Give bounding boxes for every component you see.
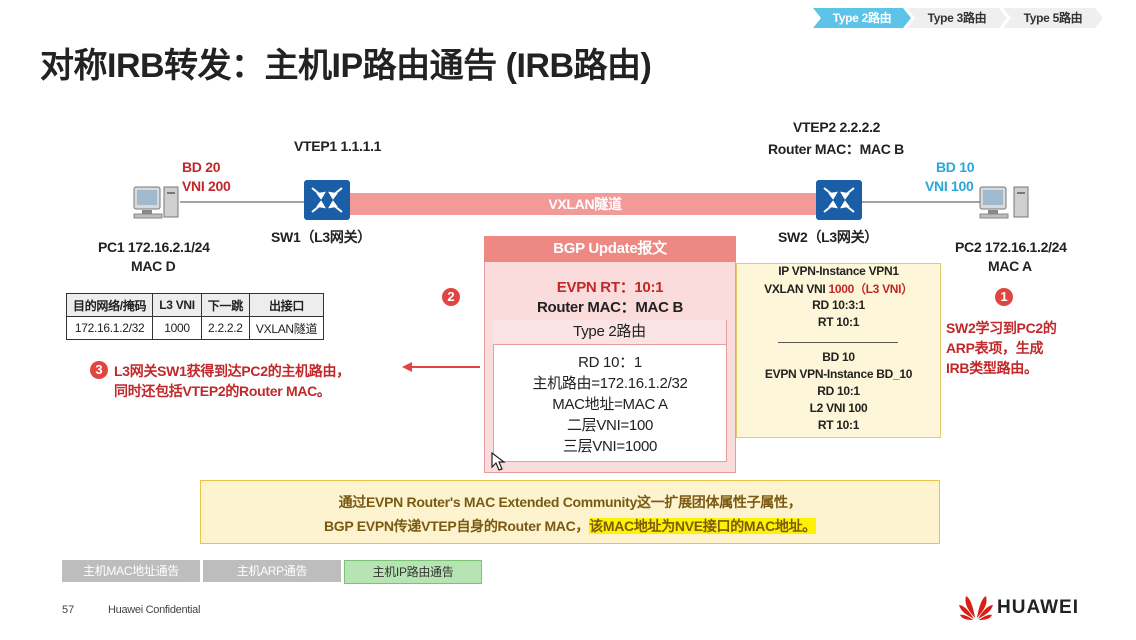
type2-host-route: 主机路由=172.16.1.2/32 <box>532 375 688 392</box>
pc2-mac-label: MAC A <box>988 258 1032 274</box>
step1-line3: IRB类型路由。 <box>946 360 1038 376</box>
bgp-update-header: BGP Update报文 <box>484 236 736 262</box>
sw2-rt-bd: RT 10:1 <box>817 418 860 432</box>
vtep2-ip-label: VTEP2 2.2.2.2 <box>793 119 881 135</box>
sw2-l3vni-value: 1000（L3 VNI） <box>828 282 913 296</box>
sw2-rt-vpn: RT 10:1 <box>817 315 860 329</box>
type2-l2vni: 二层VNI=100 <box>566 417 654 434</box>
bd-right-bd: BD 10 <box>936 159 975 175</box>
sw2-rd-vpn: RD 10:3:1 <box>812 298 865 312</box>
tab-host-mac-advertise[interactable]: 主机MAC地址通告 <box>62 560 200 582</box>
vtep2-mac-label: Router MAC：MAC B <box>768 141 904 157</box>
sw2-l2vni: L2 VNI 100 <box>809 401 868 415</box>
sw1-switch-icon <box>304 180 350 220</box>
brand-wordmark: HUAWEI <box>997 597 1079 618</box>
col-header-l3vni: L3 VNI <box>152 293 202 317</box>
step2-badge: 2 <box>442 288 460 306</box>
pc1-name-label: PC1 172.16.2.1/24 <box>98 239 210 255</box>
bd-right-vni: VNI 100 <box>925 178 974 194</box>
note-highlight: 该MAC地址为NVE接口的MAC地址。 <box>589 518 816 534</box>
confidential-label: Huawei Confidential <box>108 604 201 616</box>
pc1-computer-icon <box>133 186 179 219</box>
note-line1: 通过EVPN Router's MAC Extended Community这一… <box>338 494 802 510</box>
vtep1-label: VTEP1 1.1.1.1 <box>294 138 382 154</box>
page-number: 57 <box>62 604 75 616</box>
sw2-config-divider <box>778 342 898 343</box>
note-line2-text: BGP EVPN传递VTEP自身的Router MAC， <box>323 518 590 534</box>
cell-nexthop: 2.2.2.2 <box>200 316 250 340</box>
step1-line1: SW2学习到PC2的 <box>946 320 1057 336</box>
cell-destination: 172.16.1.2/32 <box>65 316 154 340</box>
bd-left-bd: BD 20 <box>182 159 221 175</box>
sw2-vxlan-vni-line: VXLAN VNI 1000（L3 VNI） <box>736 280 941 297</box>
tab-host-arp-advertise[interactable]: 主机ARP通告 <box>203 560 341 582</box>
sw1-route-table: 目的网络/掩码 L3 VNI 下一跳 出接口 172.16.1.2/32 100… <box>65 293 325 340</box>
cell-interface: VXLAN隧道 <box>248 316 325 340</box>
pc2-name-label: PC2 172.16.1.2/24 <box>955 239 1067 255</box>
table-header-row: 目的网络/掩码 L3 VNI 下一跳 出接口 <box>65 293 325 317</box>
col-header-destination: 目的网络/掩码 <box>65 293 154 317</box>
sw2-evpn-instance: EVPN VPN-Instance BD_10 <box>764 367 913 381</box>
pc1-mac-label: MAC D <box>131 258 176 274</box>
cell-l3vni: 1000 <box>152 316 202 340</box>
sw2-label: SW2（L3网关） <box>778 229 878 245</box>
sw1-label: SW1（L3网关） <box>271 229 371 245</box>
huawei-logo-icon <box>959 596 993 620</box>
mouse-cursor-icon <box>491 452 506 471</box>
col-header-nexthop: 下一跳 <box>200 293 250 317</box>
type2-rd: RD 10：1 <box>578 354 642 371</box>
sw2-vxlan-vni-text: VXLAN VNI <box>764 282 829 296</box>
step3-line1: L3网关SW1获得到达PC2的主机路由， <box>114 363 350 379</box>
sw2-rd-bd: RD 10:1 <box>817 384 860 398</box>
step3-badge: 3 <box>90 361 108 379</box>
type2-l3vni: 三层VNI=1000 <box>562 438 658 455</box>
sw2-bd: BD 10 <box>822 350 855 364</box>
bd-left-vni: VNI 200 <box>182 178 231 194</box>
sw2-vpn-instance: IP VPN-Instance VPN1 <box>778 264 899 278</box>
note-line2: BGP EVPN传递VTEP自身的Router MAC，该MAC地址为NVE接口… <box>200 516 940 536</box>
step1-badge: 1 <box>995 288 1013 306</box>
tab-host-ip-route-advertise[interactable]: 主机IP路由通告 <box>344 560 482 584</box>
step1-line2: ARP表项，生成 <box>946 340 1044 356</box>
sw2-switch-icon <box>816 180 862 220</box>
table-row: 172.16.1.2/32 1000 2.2.2.2 VXLAN隧道 <box>65 316 325 340</box>
col-header-interface: 出接口 <box>248 293 325 317</box>
pc2-computer-icon <box>979 186 1029 219</box>
type2-mac-address: MAC地址=MAC A <box>552 396 668 413</box>
step3-line2: 同时还包括VTEP2的Router MAC。 <box>114 383 331 399</box>
bgp-router-mac: Router MAC：MAC B <box>536 299 684 316</box>
vxlan-tunnel-label: VXLAN隧道 <box>548 196 622 212</box>
bgp-evpn-rt: EVPN RT：10:1 <box>556 279 664 296</box>
type2-route-header: Type 2路由 <box>493 320 726 345</box>
